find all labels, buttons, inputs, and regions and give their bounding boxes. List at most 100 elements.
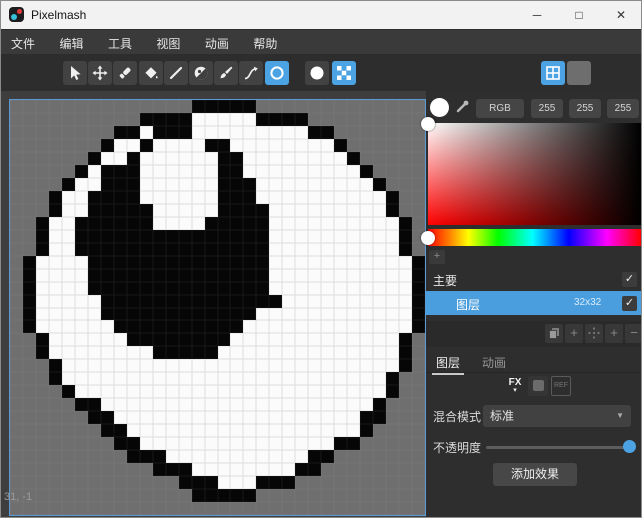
pixel-cell[interactable] [62, 385, 75, 398]
pixel-cell[interactable] [166, 256, 179, 269]
pixel-cell[interactable] [282, 385, 295, 398]
pixel-cell[interactable] [140, 372, 153, 385]
pixel-cell[interactable] [23, 139, 36, 152]
pixel-cell[interactable] [360, 489, 373, 502]
pixel-cell[interactable] [412, 320, 425, 333]
pixel-cell[interactable] [62, 139, 75, 152]
pixel-cell[interactable] [166, 398, 179, 411]
dither-toggle-button[interactable] [332, 61, 356, 85]
pixel-cell[interactable] [10, 204, 23, 217]
pixel-cell[interactable] [282, 502, 295, 515]
pixel-cell[interactable] [256, 178, 269, 191]
pixel-cell[interactable] [295, 256, 308, 269]
pixel-cell[interactable] [153, 437, 166, 450]
pixel-cell[interactable] [230, 424, 243, 437]
pixel-cell[interactable] [412, 372, 425, 385]
pixel-cell[interactable] [308, 320, 321, 333]
pixel-cell[interactable] [230, 502, 243, 515]
pixel-cell[interactable] [269, 437, 282, 450]
pixel-cell[interactable] [243, 437, 256, 450]
pixel-cell[interactable] [243, 191, 256, 204]
pixel-cell[interactable] [282, 333, 295, 346]
pixel-cell[interactable] [308, 243, 321, 256]
pixel-cell[interactable] [321, 113, 334, 126]
pixel-cell[interactable] [36, 411, 49, 424]
pixel-cell[interactable] [282, 256, 295, 269]
pixel-cell[interactable] [386, 437, 399, 450]
pixel-cell[interactable] [321, 308, 334, 321]
hue-slider[interactable] [428, 229, 641, 246]
pixel-cell[interactable] [412, 476, 425, 489]
pixel-cell[interactable] [282, 372, 295, 385]
pixel-cell[interactable] [282, 295, 295, 308]
pixel-cell[interactable] [127, 139, 140, 152]
pixel-cell[interactable] [205, 385, 218, 398]
pixel-cell[interactable] [347, 424, 360, 437]
menu-help[interactable]: 帮助 [243, 30, 287, 52]
pixel-cell[interactable] [114, 256, 127, 269]
pixel-cell[interactable] [88, 100, 101, 113]
pixel-cell[interactable] [218, 320, 231, 333]
pixel-cell[interactable] [256, 359, 269, 372]
pixel-cell[interactable] [295, 204, 308, 217]
pixel-cell[interactable] [88, 489, 101, 502]
pixel-cell[interactable] [308, 152, 321, 165]
pixel-cell[interactable] [334, 243, 347, 256]
pixel-cell[interactable] [179, 126, 192, 139]
pixel-cell[interactable] [218, 476, 231, 489]
pixel-cell[interactable] [49, 126, 62, 139]
pixel-cell[interactable] [10, 295, 23, 308]
pixel-cell[interactable] [179, 152, 192, 165]
pixel-cell[interactable] [49, 139, 62, 152]
pixel-cell[interactable] [347, 126, 360, 139]
pixel-cell[interactable] [282, 243, 295, 256]
pixel-cell[interactable] [114, 191, 127, 204]
pixel-cell[interactable] [114, 269, 127, 282]
pixel-cell[interactable] [230, 398, 243, 411]
pixel-cell[interactable] [88, 411, 101, 424]
pixel-cell[interactable] [62, 398, 75, 411]
pixel-cell[interactable] [218, 204, 231, 217]
pixel-cell[interactable] [218, 308, 231, 321]
pixel-cell[interactable] [114, 346, 127, 359]
pixel-cell[interactable] [269, 126, 282, 139]
pixel-cell[interactable] [88, 139, 101, 152]
pixel-cell[interactable] [347, 217, 360, 230]
pixel-cell[interactable] [347, 411, 360, 424]
pixel-cell[interactable] [373, 424, 386, 437]
pixel-cell[interactable] [62, 308, 75, 321]
pixel-cell[interactable] [295, 476, 308, 489]
pixel-cell[interactable] [256, 204, 269, 217]
pixel-cell[interactable] [101, 411, 114, 424]
pixel-cell[interactable] [140, 256, 153, 269]
pixel-cell[interactable] [101, 308, 114, 321]
pixel-cell[interactable] [62, 489, 75, 502]
pixel-cell[interactable] [23, 243, 36, 256]
pixel-cell[interactable] [49, 113, 62, 126]
pixel-cell[interactable] [101, 230, 114, 243]
pixel-cell[interactable] [75, 178, 88, 191]
pixel-cell[interactable] [269, 308, 282, 321]
pixel-cell[interactable] [360, 463, 373, 476]
pixel-cell[interactable] [179, 385, 192, 398]
pixel-cell[interactable] [295, 295, 308, 308]
pixel-cell[interactable] [399, 346, 412, 359]
pixel-cell[interactable] [114, 476, 127, 489]
pixel-cell[interactable] [386, 385, 399, 398]
pixel-cell[interactable] [49, 437, 62, 450]
pixel-cell[interactable] [334, 333, 347, 346]
pixel-cell[interactable] [205, 100, 218, 113]
pixel-cell[interactable] [10, 269, 23, 282]
pixel-cell[interactable] [321, 502, 334, 515]
pixel-cell[interactable] [373, 502, 386, 515]
pixel-cell[interactable] [295, 463, 308, 476]
pixel-cell[interactable] [49, 204, 62, 217]
pixel-cell[interactable] [347, 450, 360, 463]
pixel-cell[interactable] [140, 152, 153, 165]
pixel-cell[interactable] [334, 269, 347, 282]
pixel-cell[interactable] [192, 295, 205, 308]
pixel-cell[interactable] [179, 139, 192, 152]
pixel-cell[interactable] [360, 502, 373, 515]
pixel-cell[interactable] [114, 411, 127, 424]
pixel-cell[interactable] [230, 308, 243, 321]
